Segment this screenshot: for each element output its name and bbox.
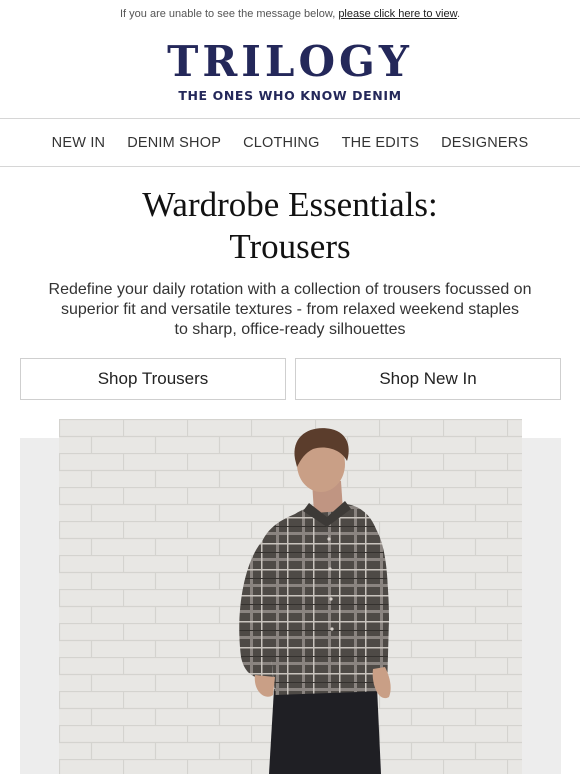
brand-tagline: THE ONES WHO KNOW DENIM (178, 88, 402, 103)
intro-copy: Redefine your daily rotation with a coll… (40, 280, 540, 340)
intro-copy-line-2: superior fit and versatile textures - fr… (61, 301, 519, 318)
page-title-line-2: Trousers (229, 227, 351, 266)
nav-item-denim-shop[interactable]: DENIM SHOP (127, 135, 221, 151)
intro-copy-line-1: Redefine your daily rotation with a coll… (48, 281, 532, 298)
hero-image[interactable] (59, 419, 522, 774)
nav-item-designers[interactable]: DESIGNERS (441, 135, 528, 151)
page-title-line-1: Wardrobe Essentials: (142, 185, 438, 224)
view-in-browser-link[interactable]: please click here to view (338, 8, 457, 20)
brand-logo[interactable]: TRILOGY (0, 40, 580, 84)
page-title: Wardrobe Essentials: Trousers (0, 184, 580, 268)
nav-item-the-edits[interactable]: THE EDITS (342, 135, 420, 151)
preheader-suffix: . (456, 8, 460, 20)
preheader: If you are unable to see the message bel… (0, 0, 580, 28)
main-nav: NEW IN DENIM SHOP CLOTHING THE EDITS DES… (0, 118, 580, 167)
model-photo-icon (59, 419, 522, 774)
nav-item-new-in[interactable]: NEW IN (52, 135, 106, 151)
brand-header[interactable]: TRILOGY THE ONES WHO KNOW DENIM (0, 40, 580, 104)
intro-copy-line-3: to sharp, office-ready silhouettes (174, 321, 406, 338)
preheader-text: If you are unable to see the message bel… (120, 8, 339, 20)
nav-item-clothing[interactable]: CLOTHING (243, 135, 320, 151)
shop-trousers-button[interactable]: Shop Trousers (20, 358, 286, 400)
shop-new-in-button[interactable]: Shop New In (295, 358, 561, 400)
